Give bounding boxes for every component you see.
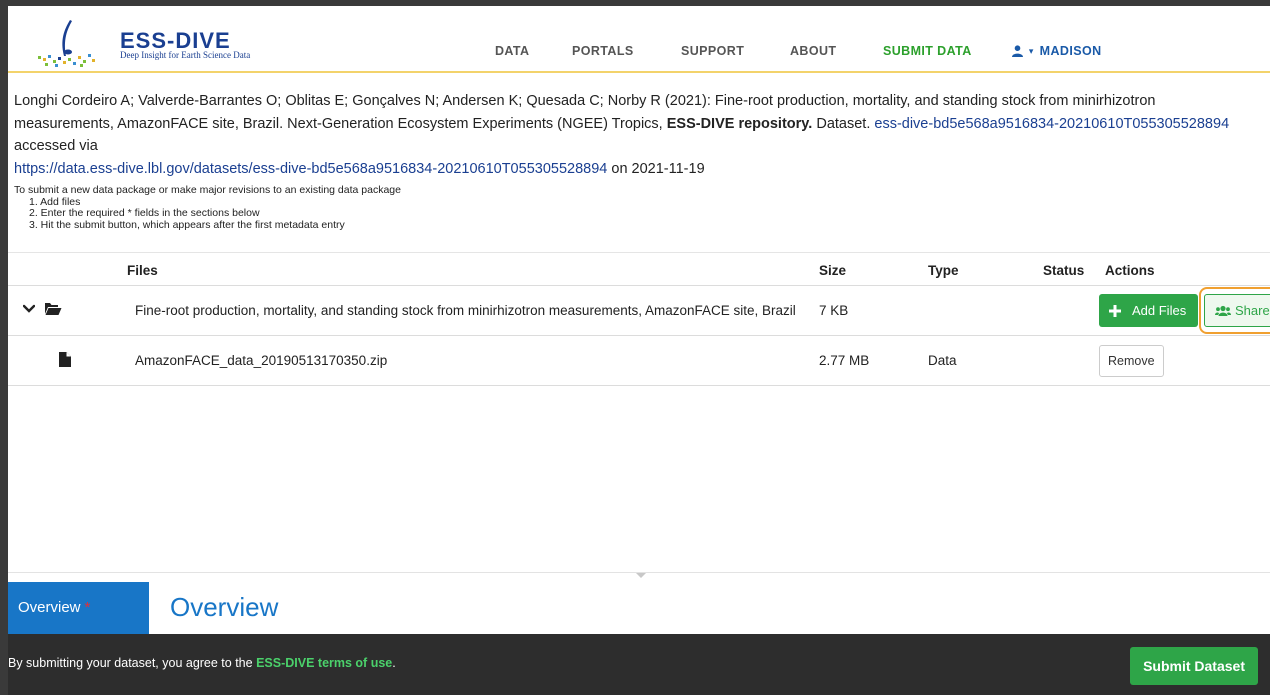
share-label: Share [1235,303,1270,318]
header-actions: Actions [1105,263,1155,278]
citation-url-link[interactable]: https://data.ess-dive.lbl.gov/datasets/e… [14,161,607,177]
logo-mark-icon [38,20,95,67]
terms-agreement: By submitting your dataset, you agree to… [8,656,396,670]
nav-support[interactable]: SUPPORT [681,44,744,58]
overview-title: Overview [170,592,279,622]
required-marker: * [84,599,91,616]
submit-footer: By submitting your dataset, you agree to… [8,634,1270,695]
overview-tab-label: Overview [18,599,81,616]
file-type: Data [928,353,957,368]
dataset-citation: Longhi Cordeiro A; Valverde-Barrantes O;… [14,90,1259,180]
users-icon [1215,305,1231,317]
folder-open-icon [44,301,62,316]
files-table: Files Size Type Status Actions Fine-root… [8,252,1270,386]
instructions-intro: To submit a new data package or make maj… [14,184,401,196]
file-size: 2.77 MB [819,353,870,368]
nav-about[interactable]: ABOUT [790,44,836,58]
add-files-label: Add Files [1132,303,1187,318]
submit-dataset-button[interactable]: Submit Dataset [1130,647,1258,685]
header-type: Type [928,263,959,278]
caret-down-icon: ▾ [1028,46,1034,56]
ess-dive-logo[interactable]: ESS-DIVE Deep Insight for Earth Science … [30,16,270,68]
terms-suffix: . [392,656,396,670]
share-button[interactable]: Share [1204,294,1270,327]
submission-instructions: To submit a new data package or make maj… [14,184,401,231]
citation-dataset-id-link[interactable]: ess-dive-bd5e568a9516834-20210610T055305… [874,116,1229,132]
table-header: Files Size Type Status Actions [8,252,1270,286]
user-name: MADISON [1039,44,1102,58]
citation-date: on 2021-11-19 [611,160,705,177]
table-row-file: AmazonFACE_data_20190513170350.zip 2.77 … [8,336,1270,386]
logo-subtitle: Deep Insight for Earth Science Data [120,50,251,60]
nav-user-menu[interactable]: ▾ MADISON [1012,44,1102,58]
header-size: Size [819,263,847,278]
overview-section: Overview * Overview [8,582,1270,634]
add-files-button[interactable]: Add Files [1099,294,1199,327]
terms-of-use-link[interactable]: ESS-DIVE terms of use [256,656,392,670]
nav-data[interactable]: DATA [495,44,529,58]
file-name: AmazonFACE_data_20190513170350.zip [135,353,388,368]
file-icon [59,352,71,367]
overview-tab[interactable]: Overview * [8,582,149,634]
instruction-step-3: 3. Hit the submit button, which appears … [29,218,345,231]
folder-name: Fine-root production, mortality, and sta… [135,303,796,318]
agreement-text: By submitting your dataset, you agree to… [8,656,253,670]
instruction-step-2: 2. Enter the required * fields in the se… [29,207,260,219]
header-files: Files [127,263,158,278]
header-status: Status [1043,263,1085,278]
citation-accessed-via: accessed via [14,138,98,154]
site-header: ESS-DIVE Deep Insight for Earth Science … [8,6,1270,73]
user-icon [1012,45,1023,57]
nav-submit-data[interactable]: SUBMIT DATA [883,44,972,58]
plus-icon [1109,305,1121,317]
caret-down-icon[interactable] [636,573,646,578]
citation-type: Dataset. [816,115,871,132]
folder-size: 7 KB [819,303,849,318]
table-row-folder: Fine-root production, mortality, and sta… [8,286,1270,336]
nav-portals[interactable]: PORTALS [572,44,634,58]
remove-button[interactable]: Remove [1099,345,1164,377]
chevron-down-icon[interactable] [23,304,35,314]
citation-repository: ESS-DIVE repository. [666,115,813,132]
